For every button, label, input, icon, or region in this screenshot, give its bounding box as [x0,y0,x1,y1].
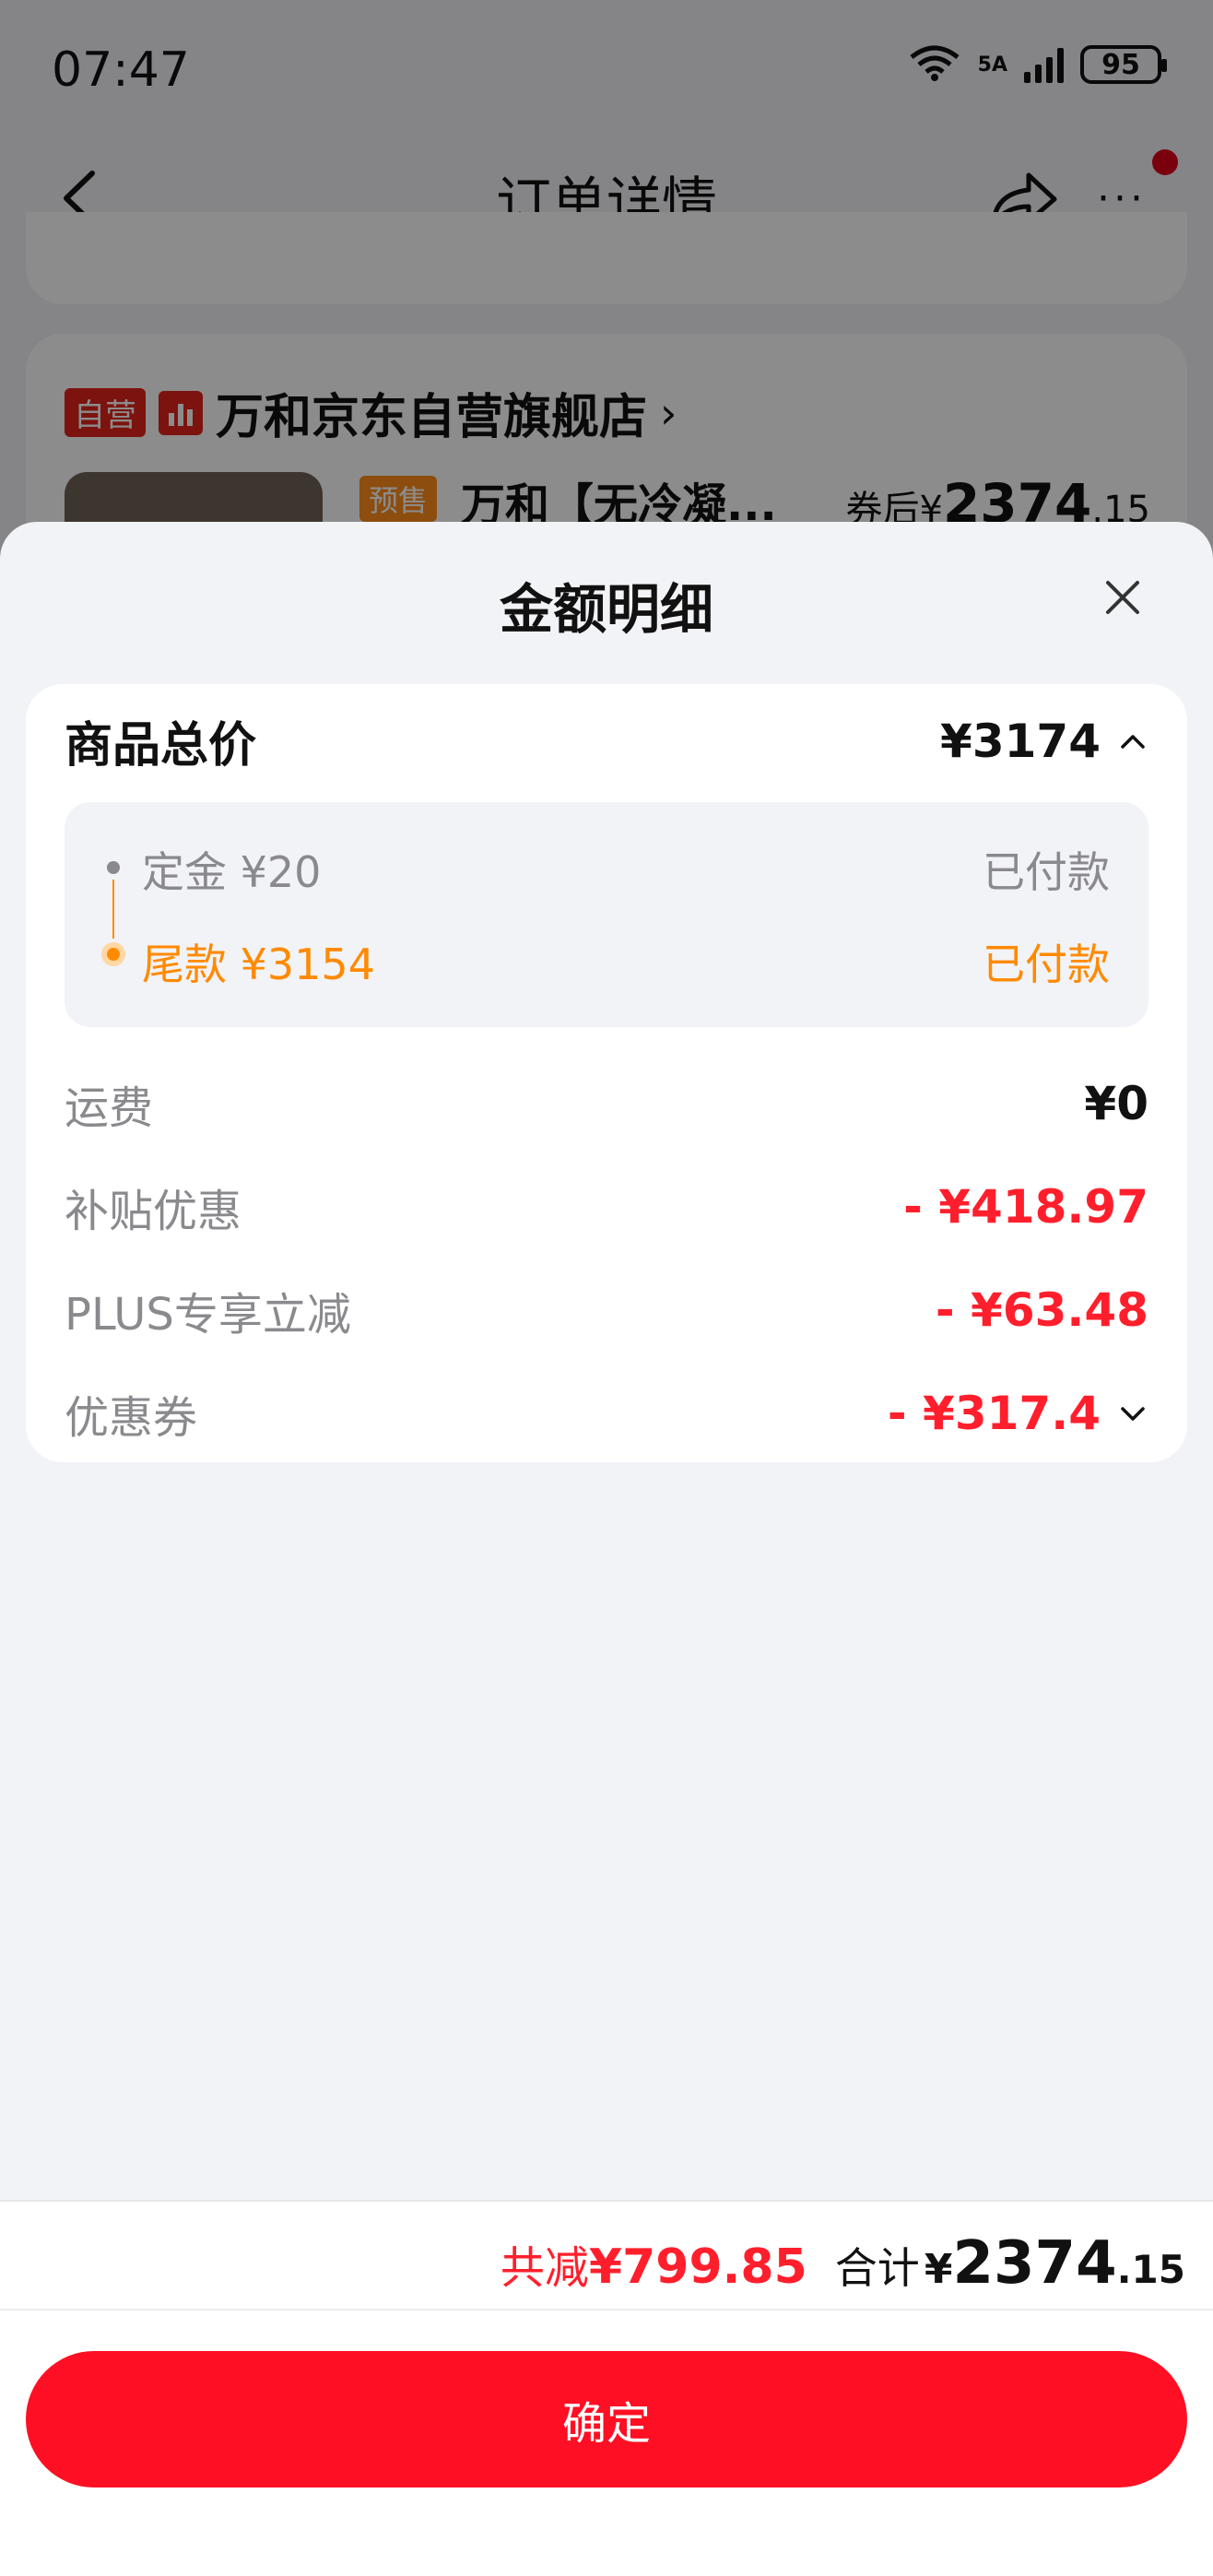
shipping-row: 运费 ¥0 [65,1071,1148,1136]
deposit-label: 定金 ¥20 [142,847,322,897]
coupon-label: 优惠券 [65,1392,198,1444]
chevron-down-icon[interactable] [1117,1398,1148,1429]
balance-status: 已付款 [983,939,1110,989]
shipping-label: 运费 [65,1082,154,1134]
total-currency: ¥ [924,2246,953,2293]
grand-total: 合计 ¥2374.15 [835,2229,1185,2298]
total-dec: .15 [1116,2247,1185,2292]
chevron-up-icon[interactable] [1117,726,1148,757]
subsidy-label: 补贴优惠 [65,1186,242,1237]
subsidy-row: 补贴优惠 - ¥418.97 [65,1175,1148,1239]
divider [0,2309,1213,2310]
sheet-title: 金额明细 [499,578,713,641]
stage-dot [107,861,120,874]
payment-stages: 定金 ¥20 已付款 尾款 ¥3154 已付款 [65,802,1148,1027]
balance-row: 尾款 ¥3154 已付款 [142,931,1110,992]
total-label: 合计 [834,2243,920,2293]
deposit-row: 定金 ¥20 已付款 [142,839,1110,900]
price-summary: 共减¥799.85 合计 ¥2374.15 [501,2229,1185,2298]
plus-discount-value: - ¥63.48 [935,1283,1148,1337]
stage-dot-active [101,942,125,966]
amount-detail-card: 商品总价 ¥3174 定金 ¥20 已付款 尾款 ¥3154 已付款 运费 ¥0 [26,684,1187,1462]
saved-value: ¥799.85 [588,2239,807,2295]
confirm-button[interactable]: 确定 [26,2351,1187,2487]
deposit-status: 已付款 [983,847,1110,897]
saved-prefix: 共减 [500,2242,589,2294]
coupon-amount: - ¥317.4 [887,1387,1101,1440]
plus-discount-row: PLUS专享立减 - ¥63.48 [65,1278,1148,1342]
goods-total-amount: ¥3174 [940,714,1101,768]
shipping-value: ¥0 [1084,1077,1148,1130]
footer-bar: 共减¥799.85 合计 ¥2374.15 确定 [0,2200,1213,2576]
total-saved: 共减¥799.85 [501,2231,807,2296]
coupon-value: - ¥317.4 [888,1387,1148,1440]
goods-total-row[interactable]: 商品总价 ¥3174 [65,706,1148,775]
coupon-row[interactable]: 优惠券 - ¥317.4 [65,1381,1148,1446]
stage-connector [112,880,114,939]
plus-discount-label: PLUS专享立减 [65,1289,351,1341]
goods-total-label: 商品总价 [65,718,257,774]
total-int: 2374 [952,2229,1117,2298]
balance-label: 尾款 ¥3154 [142,939,375,989]
goods-total-value: ¥3174 [940,715,1148,768]
subsidy-value: - ¥418.97 [903,1180,1148,1234]
close-icon[interactable] [1095,570,1150,625]
